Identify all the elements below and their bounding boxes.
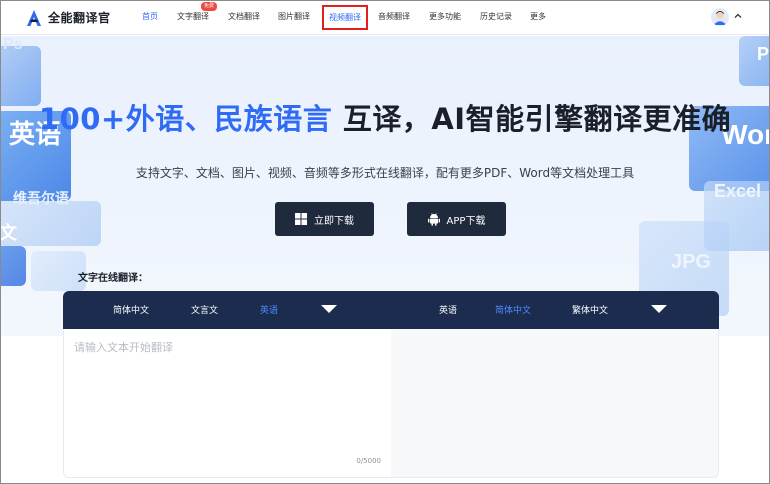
deco-label-p: P xyxy=(756,44,769,64)
top-navigation: 全能翻译官 首页 文字翻译 免费 文档翻译 图片翻译 视频翻译 音频翻译 更多功… xyxy=(1,1,769,35)
deco-label-wen: 文 xyxy=(1,223,17,243)
section-title-online-translate: 文字在线翻译： xyxy=(78,273,148,284)
translation-output-pane xyxy=(391,329,719,478)
nav-item-image-translate[interactable]: 图片翻译 xyxy=(278,11,310,22)
android-icon xyxy=(427,212,440,226)
nav-menu: 首页 文字翻译 免费 文档翻译 图片翻译 视频翻译 音频翻译 更多功能 历史记录… xyxy=(1,1,769,35)
headline-rest: 互译，AI智能引擎翻译更准确 xyxy=(332,102,732,136)
target-lang-simplified-chinese[interactable]: 简体中文 xyxy=(495,303,531,316)
download-now-button[interactable]: 立即下载 xyxy=(275,202,374,236)
windows-icon xyxy=(295,213,307,225)
nav-item-history[interactable]: 历史记录 xyxy=(480,11,512,22)
nav-item-video-translate[interactable]: 视频翻译 xyxy=(322,5,368,30)
user-avatar-icon xyxy=(711,8,729,26)
hero-headline: 100+外语、民族语言 互译，AI智能引擎翻译更准确 xyxy=(1,96,769,138)
app-download-label: APP下载 xyxy=(446,215,486,227)
target-lang-dropdown-icon[interactable] xyxy=(651,304,667,314)
user-avatar[interactable] xyxy=(711,8,729,26)
source-lang-dropdown-icon[interactable] xyxy=(321,304,337,314)
nav-item-more[interactable]: 更多 xyxy=(530,11,546,22)
char-count: 0/5000 xyxy=(356,457,381,465)
download-now-label: 立即下载 xyxy=(314,215,354,227)
free-badge: 免费 xyxy=(201,2,218,11)
source-lang-english[interactable]: 英语 xyxy=(260,303,278,316)
target-lang-traditional-chinese[interactable]: 繁体中文 xyxy=(572,303,608,316)
target-lang-english[interactable]: 英语 xyxy=(439,303,457,316)
source-text-pane: 0/5000 xyxy=(63,329,391,478)
chevron-up-icon[interactable] xyxy=(733,11,743,21)
source-lang-classical-chinese[interactable]: 文言文 xyxy=(191,303,218,316)
hero-subtitle: 支持文字、文档、图片、视频、音频等多形式在线翻译，配有更多PDF、Word等文档… xyxy=(135,166,635,180)
deco-label-uyghur: 维吾尔语 xyxy=(13,190,69,206)
language-bar: 简体中文 文言文 英语 英语 简体中文 繁体中文 xyxy=(63,291,719,329)
nav-item-audio-translate[interactable]: 音频翻译 xyxy=(378,11,410,22)
deco-label-ps: Ps xyxy=(3,36,23,53)
app-download-button[interactable]: APP下载 xyxy=(407,202,506,236)
deco-label-excel: Excel xyxy=(713,181,761,201)
source-lang-simplified-chinese[interactable]: 简体中文 xyxy=(113,303,149,316)
deco-label-jpg: JPG xyxy=(670,251,711,273)
nav-item-doc-translate[interactable]: 文档翻译 xyxy=(228,11,260,22)
nav-item-text-translate[interactable]: 文字翻译 xyxy=(177,11,209,22)
nav-item-more-features[interactable]: 更多功能 xyxy=(429,11,461,22)
headline-highlight: 100+外语、民族语言 xyxy=(38,102,333,136)
decorative-tile xyxy=(1,246,26,286)
source-text-input[interactable] xyxy=(74,339,379,449)
nav-item-home[interactable]: 首页 xyxy=(142,11,158,22)
